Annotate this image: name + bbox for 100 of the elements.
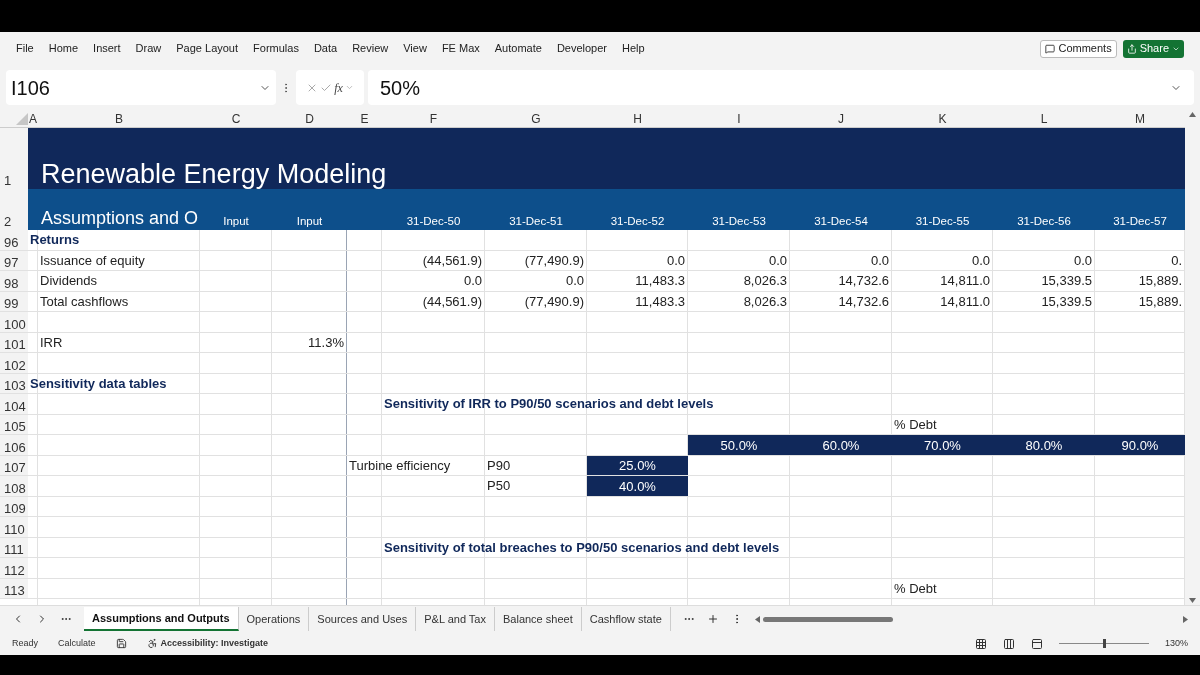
ribbon-tab[interactable]: Automate [494, 40, 542, 57]
row-number[interactable]: 98 [0, 271, 28, 292]
ribbon-tab[interactable]: View [403, 40, 427, 57]
table-title: Sensitivity of total breaches to P90/50 scenarios and debt levels [384, 540, 780, 554]
comment-icon [1045, 43, 1056, 54]
column-header[interactable]: C [200, 110, 272, 128]
cell-value: 15,889. [1138, 274, 1182, 287]
ribbon-tab[interactable]: Page Layout [176, 40, 239, 57]
scroll-up-icon[interactable] [1189, 112, 1196, 117]
cell-value: 0.0 [565, 274, 584, 287]
table-header-cell: 50.0% [688, 435, 790, 456]
table-header-cell: 90.0% [1095, 435, 1185, 456]
cell-value: 0.0 [666, 253, 685, 267]
accessibility-status[interactable]: Accessibility: Investigate [146, 636, 269, 651]
column-header[interactable]: E [347, 110, 382, 128]
cell-label: P90 [487, 458, 511, 472]
cell-label: % Debt [894, 581, 937, 595]
sheet-tab[interactable]: Operations [238, 607, 310, 631]
cell-value: 0.0 [870, 253, 889, 267]
macro-icon [115, 638, 127, 649]
column-header[interactable]: G [485, 110, 587, 128]
row-number[interactable]: 96 [0, 230, 28, 251]
row-number[interactable]: 102 [0, 353, 28, 374]
column-label: 31-Dec-55 [915, 215, 970, 227]
cell-value: 14,811.0 [940, 274, 990, 287]
share-button[interactable]: Share [1122, 39, 1184, 58]
row-number[interactable]: 2 [0, 189, 28, 230]
scroll-thumb[interactable] [762, 616, 893, 622]
section-label: Sensitivity data tables [30, 376, 167, 390]
row-number[interactable]: 104 [0, 394, 28, 415]
column-header[interactable]: J [790, 110, 892, 128]
caret-icon [344, 83, 354, 92]
ribbon-tab[interactable]: Data [313, 40, 338, 57]
ribbon-tab[interactable]: Insert [93, 40, 121, 57]
ribbon-tab[interactable]: Draw [135, 40, 162, 57]
cell-label: P50 [487, 479, 511, 492]
cell-value: 14,811.0 [940, 294, 990, 308]
ribbon-tab[interactable]: Home [48, 40, 79, 57]
cell-value: (77,490.9) [524, 294, 584, 308]
column-header[interactable]: H [587, 110, 688, 128]
column-header[interactable]: L [993, 110, 1095, 128]
ribbon-tab[interactable]: FE Max [441, 40, 480, 57]
calculate-button[interactable]: Calculate [58, 636, 96, 651]
row-number[interactable]: 112 [0, 558, 28, 579]
column-label: 31-Dec-53 [712, 215, 766, 227]
column-header[interactable]: F [382, 110, 485, 128]
cell-value: 0.0 [1073, 253, 1092, 267]
name-box[interactable]: I106 [6, 70, 276, 105]
scroll-right-icon[interactable] [1183, 615, 1188, 623]
formula-field[interactable]: 50% [368, 70, 1194, 105]
row-number[interactable]: 110 [0, 517, 28, 538]
sheet-tab[interactable]: Assumptions and Outputs [84, 607, 239, 631]
column-header[interactable]: D [272, 110, 347, 128]
column-label: 31-Dec-51 [509, 215, 563, 227]
cell-value: 8,026.3 [743, 294, 787, 308]
ribbon-tab[interactable]: File [16, 40, 34, 57]
ribbon-tab[interactable]: Formulas [253, 40, 299, 57]
column-label: 31-Dec-56 [1017, 215, 1071, 227]
column-label: 31-Dec-50 [406, 215, 461, 227]
row-number[interactable]: 1 [0, 128, 28, 189]
table-header-cell: 60.0% [790, 435, 892, 456]
sheet-tab[interactable]: Balance sheet [495, 607, 582, 631]
column-label: Input [223, 215, 249, 227]
sheet-tab[interactable]: P&L and Tax [416, 607, 495, 631]
cell-value: 0.0 [971, 253, 990, 267]
zoom-slider[interactable] [1058, 638, 1149, 649]
column-header[interactable]: M [1095, 110, 1185, 128]
ribbon-tab[interactable]: Help [622, 40, 645, 57]
accessibility-icon [146, 638, 158, 649]
scroll-left-icon[interactable] [754, 615, 760, 623]
column-label: 31-Dec-57 [1113, 215, 1167, 227]
row-number[interactable]: 106 [0, 435, 28, 456]
cell-label: % Debt [894, 417, 937, 431]
cell-value: 14,732.6 [838, 294, 889, 308]
cell-value: (77,490.9) [524, 253, 584, 267]
column-header[interactable]: I [688, 110, 790, 128]
cell-value: 11.3% [308, 335, 344, 349]
scroll-down-icon[interactable] [1189, 598, 1196, 603]
column-header[interactable]: B [38, 110, 200, 128]
table-header-cell: 40.0% [587, 476, 688, 497]
add-sheet-icon [706, 613, 719, 625]
ribbon-tab[interactable]: Developer [556, 40, 607, 57]
cell-value: 0.0 [768, 253, 787, 267]
function-label[interactable]: fx [334, 78, 343, 97]
sheet-tab[interactable]: Sources and Uses [309, 607, 417, 631]
comments-button[interactable]: Comments [1040, 39, 1117, 58]
column-label: 31-Dec-54 [814, 215, 868, 227]
sheet-title: Renewable Energy Modeling [41, 161, 387, 188]
sheet-tab[interactable]: Cashflow state [581, 607, 671, 631]
section-title: Assumptions and O [41, 209, 199, 227]
column-header[interactable]: K [892, 110, 993, 128]
column-header[interactable]: A [28, 110, 38, 128]
row-number[interactable]: 100 [0, 312, 28, 333]
zoom-thumb[interactable] [1102, 639, 1106, 648]
cell-value: 14,732.6 [838, 274, 889, 287]
column-label: 31-Dec-52 [610, 215, 665, 227]
cell-label: Turbine efficiency [349, 458, 451, 472]
cell-value: 15,889. [1138, 294, 1182, 308]
ribbon-tab[interactable]: Review [352, 40, 389, 57]
row-number[interactable]: 108 [0, 476, 28, 497]
